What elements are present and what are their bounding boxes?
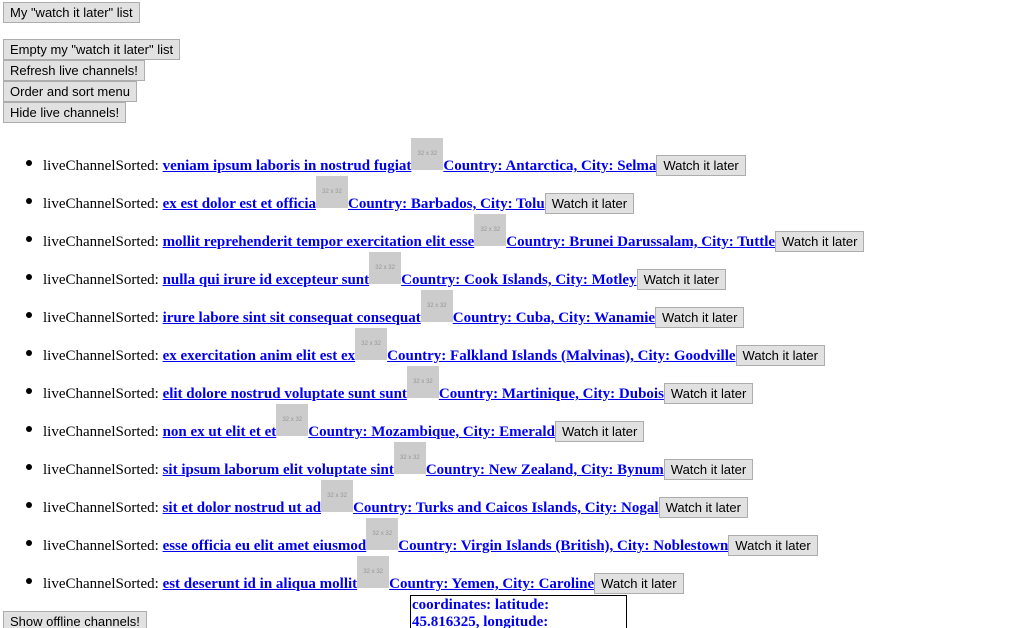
- bullet-icon: [26, 350, 32, 356]
- bullet-icon: [26, 388, 32, 394]
- channel-prefix-label: liveChannelSorted:: [43, 538, 163, 554]
- channel-location-link[interactable]: Country: Virgin Islands (British), City:…: [398, 537, 728, 555]
- channel-location-link[interactable]: Country: Yemen, City: Caroline: [389, 575, 594, 593]
- order-sort-menu-button[interactable]: Order and sort menu: [3, 81, 137, 102]
- channel-location-link[interactable]: Country: Brunei Darussalam, City: Tuttle: [506, 233, 775, 251]
- channel-location-link[interactable]: Country: Cuba, City: Wanamie: [453, 309, 655, 327]
- channel-location-link[interactable]: Country: Turks and Caicos Islands, City:…: [353, 499, 659, 517]
- channel-thumbnail-image[interactable]: 32 x 32: [321, 480, 354, 512]
- channel-location-link[interactable]: Country: Cook Islands, City: Motley: [401, 271, 636, 289]
- channel-row-content: liveChannelSorted: est deserunt id in al…: [43, 556, 684, 594]
- channel-row-content: liveChannelSorted: sit ipsum laborum eli…: [43, 442, 754, 480]
- channel-thumbnail-image[interactable]: 32 x 32: [474, 214, 507, 246]
- channel-row-content: liveChannelSorted: non ex ut elit et et 3…: [43, 404, 645, 442]
- show-offline-channels-button[interactable]: Show offline channels!: [3, 611, 147, 628]
- channel-thumbnail-image[interactable]: 32 x 32: [406, 366, 439, 398]
- channel-title-link[interactable]: sit ipsum laborum elit voluptate sint: [163, 461, 394, 479]
- channel-title-link[interactable]: esse officia eu elit amet eiusmod: [163, 537, 367, 555]
- channel-thumbnail-image[interactable]: 32 x 32: [393, 442, 426, 474]
- channel-row-content: liveChannelSorted: ex est dolor est et o…: [43, 176, 635, 214]
- coordinates-line-1: coordinates: latitude:: [412, 597, 550, 613]
- bullet-icon: [26, 274, 32, 280]
- channel-row-content: liveChannelSorted: irure labore sint sit…: [43, 290, 745, 328]
- channel-title-link[interactable]: nulla qui irure id excepteur sunt: [163, 271, 370, 289]
- channel-prefix-label: liveChannelSorted:: [43, 196, 163, 212]
- channel-location-link[interactable]: Country: Barbados, City: Tolu: [348, 195, 545, 213]
- channel-prefix-label: liveChannelSorted:: [43, 348, 163, 364]
- refresh-live-channels-button[interactable]: Refresh live channels!: [3, 60, 145, 81]
- watch-it-later-button[interactable]: Watch it later: [775, 231, 865, 252]
- bullet-icon: [26, 502, 32, 508]
- channel-thumbnail-image[interactable]: 32 x 32: [357, 556, 390, 588]
- channel-row-content: liveChannelSorted: elit dolore nostrud v…: [43, 366, 754, 404]
- channel-thumbnail-image[interactable]: 32 x 32: [276, 404, 309, 436]
- channel-thumbnail-image[interactable]: 32 x 32: [355, 328, 388, 360]
- bullet-icon: [26, 236, 32, 242]
- hide-live-channels-button[interactable]: Hide live channels!: [3, 102, 127, 123]
- bullet-icon: [26, 464, 32, 470]
- channel-thumbnail-image[interactable]: 32 x 32: [369, 252, 402, 284]
- watch-it-later-button[interactable]: Watch it later: [663, 459, 754, 480]
- bullet-icon: [26, 426, 32, 432]
- bullet-icon: [26, 578, 32, 584]
- channel-prefix-label: liveChannelSorted:: [43, 234, 163, 250]
- bullet-icon: [26, 312, 32, 318]
- coordinates-tooltip: coordinates: latitude: 45.816325, longit…: [410, 595, 627, 628]
- channel-title-link[interactable]: mollit reprehenderit tempor exercitation…: [163, 233, 475, 251]
- watch-it-later-button[interactable]: Watch it later: [728, 535, 818, 556]
- watch-it-later-button[interactable]: Watch it later: [544, 193, 635, 214]
- channel-thumbnail-image[interactable]: 32 x 32: [420, 290, 453, 322]
- channel-title-link[interactable]: irure labore sint sit consequat consequa…: [163, 309, 421, 327]
- watch-it-later-button[interactable]: Watch it later: [554, 421, 645, 442]
- watch-it-later-button[interactable]: Watch it later: [636, 269, 726, 290]
- channel-row-content: liveChannelSorted: esse officia eu elit …: [43, 518, 818, 556]
- channel-title-link[interactable]: sit et dolor nostrud ut ad: [163, 499, 322, 517]
- watch-it-later-button[interactable]: Watch it later: [594, 573, 684, 594]
- coordinates-line-2: 45.816325, longitude:: [412, 614, 549, 628]
- channel-title-link[interactable]: veniam ipsum laboris in nostrud fugiat: [163, 157, 412, 175]
- channel-title-link[interactable]: elit dolore nostrud voluptate sunt sunt: [163, 385, 407, 403]
- channel-row-content: liveChannelSorted: nulla qui irure id ex…: [43, 252, 726, 290]
- bullet-icon: [26, 198, 32, 204]
- channel-location-link[interactable]: Country: Mozambique, City: Emerald: [308, 423, 555, 441]
- watch-it-later-button[interactable]: Watch it later: [658, 497, 748, 518]
- channel-prefix-label: liveChannelSorted:: [43, 158, 163, 174]
- channel-location-link[interactable]: Country: Antarctica, City: Selma: [443, 157, 656, 175]
- channel-row-content: liveChannelSorted: mollit reprehenderit …: [43, 214, 865, 252]
- channel-prefix-label: liveChannelSorted:: [43, 424, 163, 440]
- channel-title-link[interactable]: non ex ut elit et et: [163, 423, 277, 441]
- bullet-icon: [26, 160, 32, 166]
- channel-row-content: liveChannelSorted: veniam ipsum laboris …: [43, 138, 746, 176]
- empty-watch-later-button[interactable]: Empty my "watch it later" list: [3, 39, 181, 60]
- watch-it-later-button[interactable]: Watch it later: [735, 345, 825, 366]
- channel-prefix-label: liveChannelSorted:: [43, 500, 163, 516]
- watch-it-later-button[interactable]: Watch it later: [663, 383, 754, 404]
- channel-prefix-label: liveChannelSorted:: [43, 462, 163, 478]
- channel-row-content: liveChannelSorted: sit et dolor nostrud …: [43, 480, 748, 518]
- channel-title-link[interactable]: est deserunt id in aliqua mollit: [163, 575, 358, 593]
- channel-title-link[interactable]: ex est dolor est et officia: [163, 195, 316, 213]
- channel-location-link[interactable]: Country: Martinique, City: Dubois: [439, 385, 664, 403]
- channel-prefix-label: liveChannelSorted:: [43, 272, 163, 288]
- bullet-icon: [26, 540, 32, 546]
- channel-title-link[interactable]: ex exercitation anim elit est ex: [163, 347, 356, 365]
- channel-thumbnail-image[interactable]: 32 x 32: [315, 176, 348, 208]
- channel-location-link[interactable]: Country: Falkland Islands (Malvinas), Ci…: [387, 347, 735, 365]
- channel-prefix-label: liveChannelSorted:: [43, 576, 163, 592]
- channel-prefix-label: liveChannelSorted:: [43, 310, 163, 326]
- watch-later-list-button[interactable]: My "watch it later" list: [3, 2, 140, 23]
- watch-it-later-button[interactable]: Watch it later: [655, 307, 745, 328]
- channel-location-link[interactable]: Country: New Zealand, City: Bynum: [426, 461, 664, 479]
- channel-row-content: liveChannelSorted: ex exercitation anim …: [43, 328, 825, 366]
- channel-prefix-label: liveChannelSorted:: [43, 386, 163, 402]
- channel-thumbnail-image[interactable]: 32 x 32: [366, 518, 399, 550]
- watch-it-later-button[interactable]: Watch it later: [656, 155, 746, 176]
- channel-thumbnail-image[interactable]: 32 x 32: [411, 138, 444, 170]
